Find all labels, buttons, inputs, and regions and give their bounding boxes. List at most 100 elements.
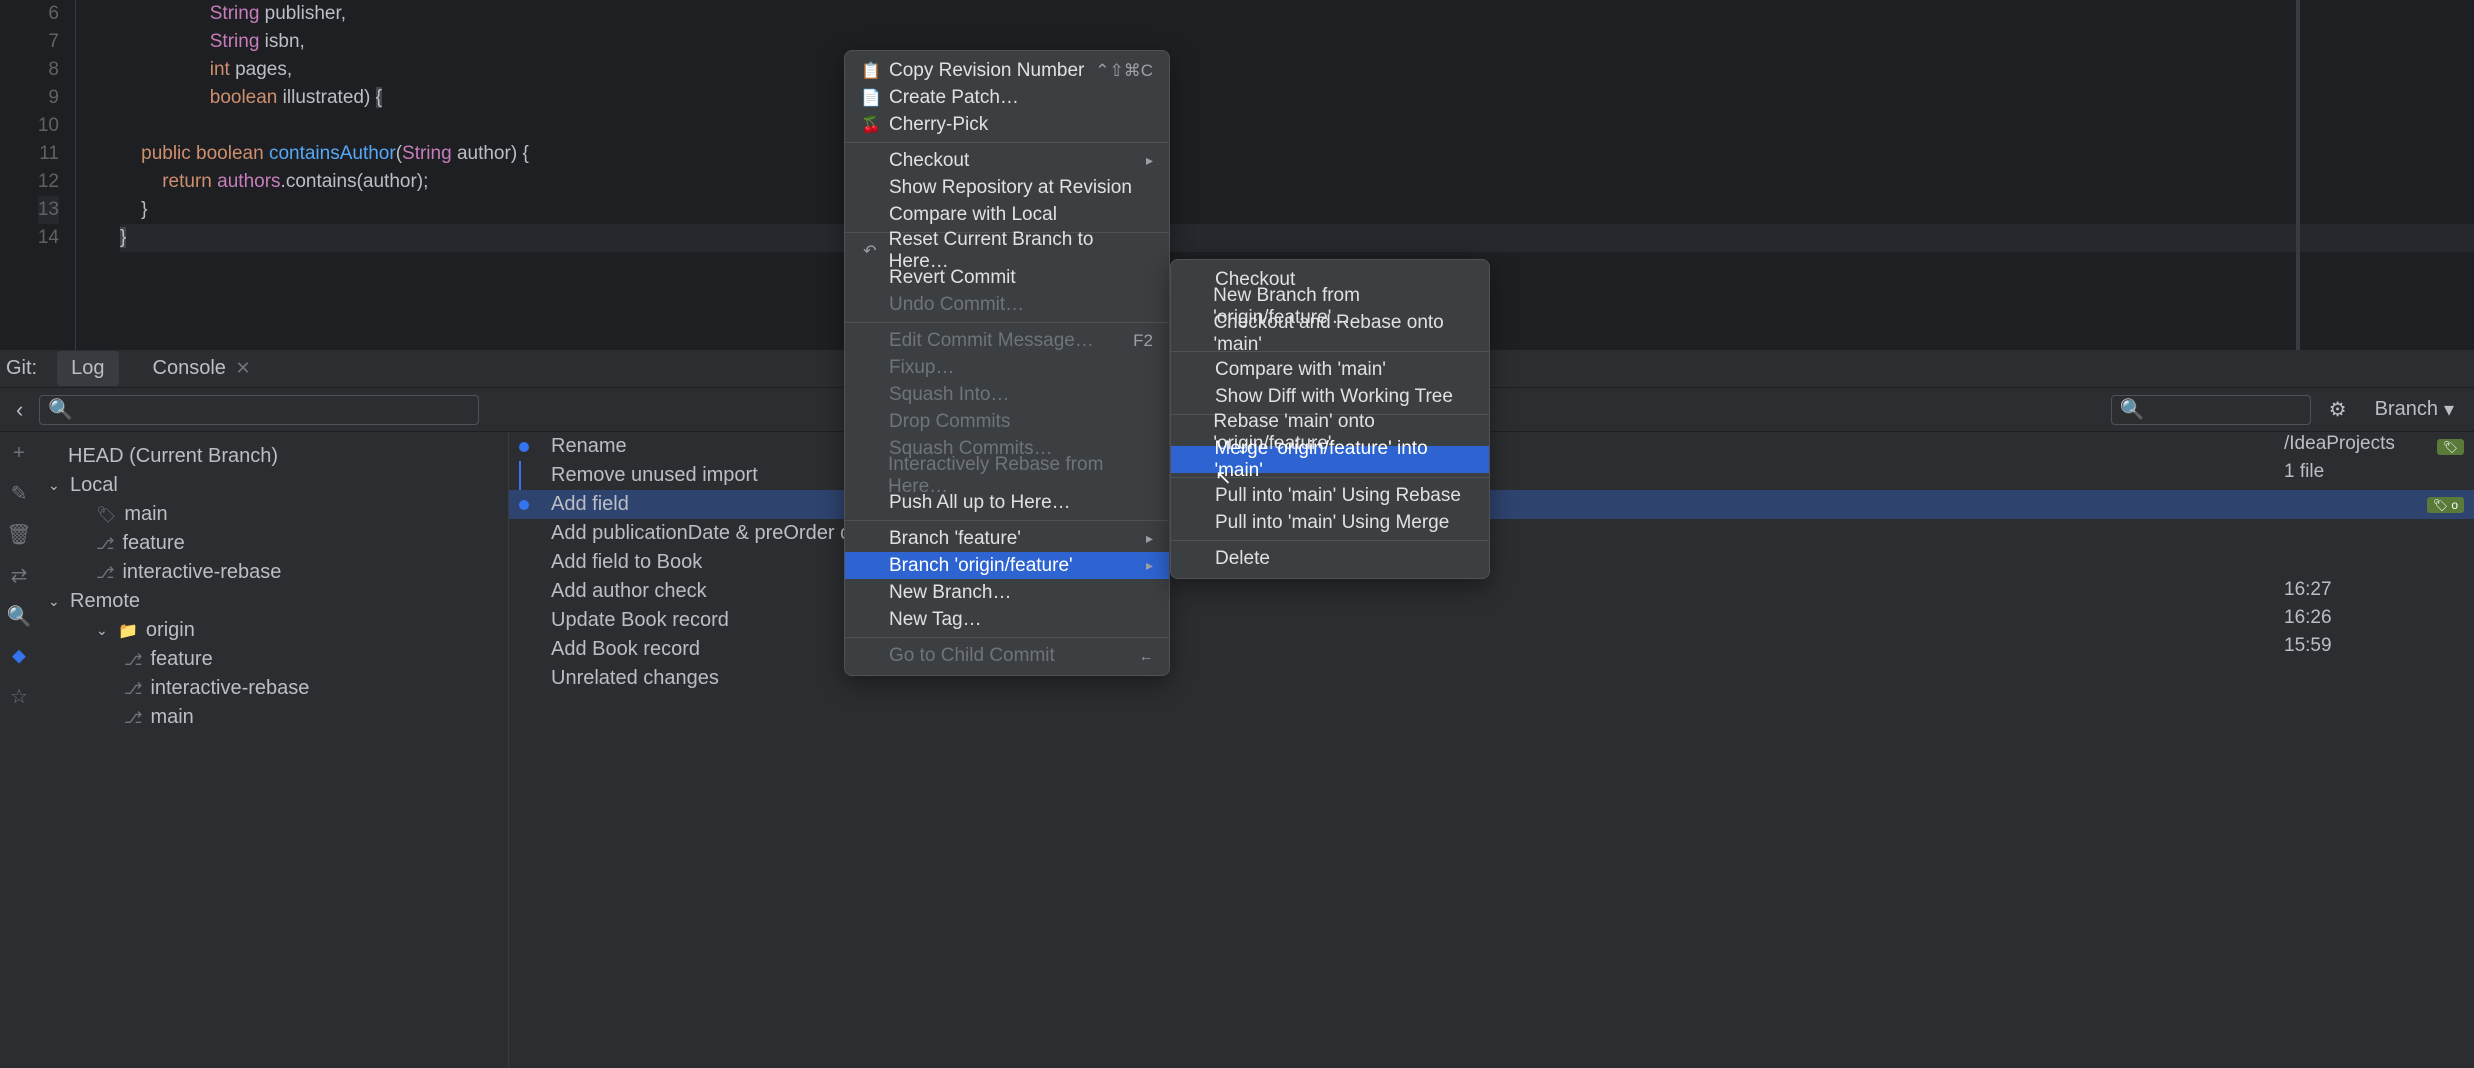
branch-icon: ⎇ [124, 679, 142, 699]
arrow-left-icon: ← [1139, 648, 1153, 664]
swap-icon[interactable]: ⇄ [11, 563, 28, 588]
remote-branch-interactive-rebase[interactable]: ⎇interactive-rebase [48, 674, 498, 703]
branch-icon: ⎇ [124, 708, 142, 728]
menu-item[interactable]: Pull into 'main' Using Merge [1171, 509, 1489, 536]
chevron-down-icon: ▾ [2444, 397, 2454, 422]
menu-item[interactable]: ↶Reset Current Branch to Here… [845, 237, 1169, 264]
menu-shortcut: F2 [1133, 331, 1153, 351]
menu-item[interactable]: Show Repository at Revision [845, 174, 1169, 201]
menu-item: Fixup… [845, 354, 1169, 381]
remote-branch-feature[interactable]: ⎇feature [48, 645, 498, 674]
menu-item[interactable]: Branch 'origin/feature'▸ [845, 552, 1169, 579]
commit-message: Update Book record [551, 609, 2464, 632]
menu-item-label: Go to Child Commit [889, 645, 1055, 667]
branch-filter-button[interactable]: Branch ▾ [2365, 397, 2464, 422]
menu-item[interactable]: Compare with 'main' [1171, 356, 1489, 383]
line-num: 12 [38, 168, 59, 196]
tab-log[interactable]: Log [57, 351, 118, 386]
menu-item-label: Undo Commit… [889, 294, 1024, 316]
line-num: 8 [48, 56, 59, 84]
branch-item-feature[interactable]: ⎇feature [48, 529, 498, 558]
git-label: Git: [6, 357, 37, 380]
branches-pane[interactable]: HEAD (Current Branch) ⌄Local 🏷main ⎇feat… [38, 432, 508, 1068]
commit-row[interactable]: Update Book record [509, 606, 2474, 635]
cursor-icon: ↖ [1215, 465, 1232, 490]
menu-item[interactable]: Delete [1171, 545, 1489, 572]
commit-row[interactable]: Add field to Book [509, 548, 2474, 577]
chevron-down-icon: ⌄ [48, 477, 62, 494]
branch-item-interactive-rebase[interactable]: ⎇interactive-rebase [48, 558, 498, 587]
tag-icon[interactable]: ⬥ [12, 645, 26, 668]
code-line[interactable]: public boolean containsAuthor(String aut… [120, 140, 2474, 168]
menu-item-label: Cherry-Pick [889, 114, 988, 136]
code-line[interactable]: boolean illustrated) { [120, 84, 2474, 112]
remote-group[interactable]: ⌄Remote [48, 587, 498, 616]
tag-icon: 🏷 [96, 505, 116, 525]
menu-item-label: Copy Revision Number [889, 60, 1084, 82]
code-line[interactable]: String publisher, [120, 0, 2474, 28]
trash-icon[interactable]: 🗑 [6, 522, 31, 547]
star-icon[interactable]: ☆ [10, 684, 28, 709]
fold-bar[interactable] [75, 0, 85, 350]
menu-item[interactable]: Branch 'feature'▸ [845, 525, 1169, 552]
timestamp: 16:26 [2274, 604, 2474, 632]
menu-item[interactable]: Checkout▸ [845, 147, 1169, 174]
commit-message: Add author check [551, 580, 2464, 603]
menu-item-label: Push All up to Here… [889, 492, 1071, 514]
commit-details-pane: /IdeaProjects 1 file 16:27 16:26 15:59 [2274, 430, 2474, 660]
code-line[interactable]: } [120, 196, 2474, 224]
menu-item[interactable]: 📄Create Patch… [845, 84, 1169, 111]
menu-separator [845, 142, 1169, 143]
code-line[interactable]: int pages, [120, 56, 2474, 84]
head-branch[interactable]: HEAD (Current Branch) [48, 442, 498, 471]
code-line[interactable]: return authors.contains(author); [120, 168, 2474, 196]
close-icon[interactable]: ✕ [235, 358, 250, 378]
menu-item-label: Branch 'origin/feature' [889, 555, 1073, 577]
plus-icon[interactable]: + [13, 442, 25, 465]
gear-icon[interactable]: ⚙ [2321, 397, 2355, 422]
commit-search-input[interactable]: 🔍 [2111, 395, 2311, 425]
menu-separator [1171, 540, 1489, 541]
menu-item[interactable]: New Branch… [845, 579, 1169, 606]
tab-console[interactable]: Console ✕ [139, 351, 265, 386]
menu-item-label: Squash Into… [889, 384, 1009, 406]
branch-search-input[interactable]: 🔍 [39, 395, 479, 425]
menu-item-label: Checkout and Rebase onto 'main' [1213, 312, 1473, 356]
back-arrow-icon[interactable]: ‹ [10, 397, 29, 423]
menu-item[interactable]: Compare with Local [845, 201, 1169, 228]
edit-icon[interactable]: ✎ [11, 481, 28, 506]
code-line[interactable] [120, 112, 2474, 140]
menu-item-icon: 📋 [861, 61, 879, 81]
line-num: 7 [48, 28, 59, 56]
commit-row[interactable]: Add publicationDate & preOrder check [509, 519, 2474, 548]
commit-row[interactable]: Remove unused import [509, 461, 2474, 490]
menu-item-icon: 📄 [861, 88, 879, 108]
tab-console-label: Console [153, 357, 226, 379]
menu-item[interactable]: Show Diff with Working Tree [1171, 383, 1489, 410]
local-group[interactable]: ⌄Local [48, 471, 498, 500]
menu-item-label: Revert Commit [889, 267, 1016, 289]
code-line[interactable]: String isbn, [120, 28, 2474, 56]
scrollbar[interactable] [2296, 0, 2300, 350]
menu-item[interactable]: Checkout and Rebase onto 'main' [1171, 320, 1489, 347]
commit-row[interactable]: Rename🏷 [509, 432, 2474, 461]
branch-item-main[interactable]: 🏷main [48, 500, 498, 529]
commit-row[interactable]: Add field🏷 o [509, 490, 2474, 519]
menu-shortcut: ⌃⇧⌘C [1095, 61, 1153, 81]
menu-item[interactable]: New Tag… [845, 606, 1169, 633]
origin-group[interactable]: ⌄📁origin [48, 616, 498, 645]
remote-branch-main[interactable]: ⎇main [48, 703, 498, 732]
chevron-right-icon: ▸ [1146, 152, 1153, 169]
timestamp: 15:59 [2274, 632, 2474, 660]
commit-row[interactable]: Add Book record [509, 635, 2474, 664]
menu-item-label: Show Repository at Revision [889, 177, 1132, 199]
menu-item-label: Branch 'feature' [889, 528, 1021, 550]
menu-item[interactable]: 🍒Cherry-Pick [845, 111, 1169, 138]
commit-row[interactable]: Unrelated changes [509, 664, 2474, 693]
commit-row[interactable]: Add author check [509, 577, 2474, 606]
code-line[interactable]: } [120, 224, 2474, 252]
commits-pane[interactable]: Rename🏷 Remove unused import Add field🏷 … [508, 432, 2474, 1068]
search-icon[interactable]: 🔍 [7, 604, 32, 629]
menu-item-label: New Tag… [889, 609, 982, 631]
menu-item[interactable]: 📋 Copy Revision Number ⌃⇧⌘C [845, 57, 1169, 84]
